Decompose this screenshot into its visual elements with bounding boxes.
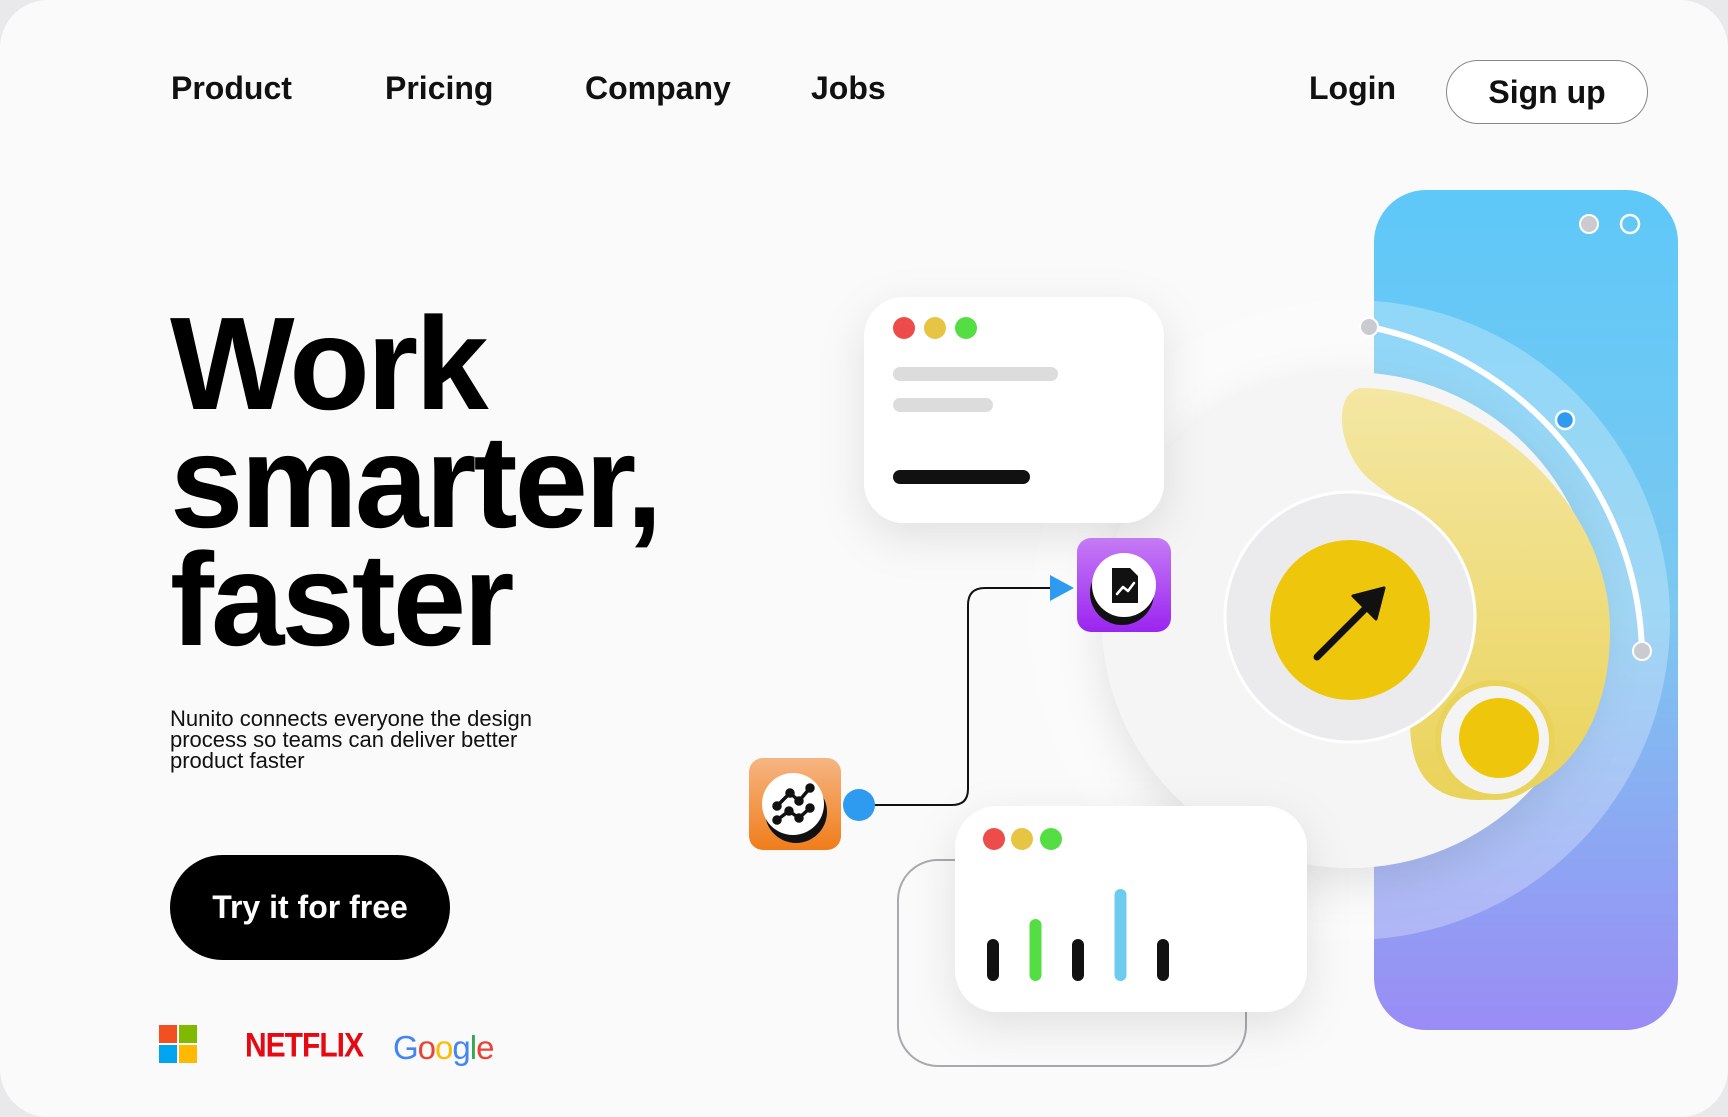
- text-line-bold: [893, 470, 1030, 484]
- arc-dot-mid: [1554, 409, 1576, 431]
- mini-chart-bar: [1072, 939, 1084, 981]
- mini-chart-bar: [1029, 919, 1042, 981]
- chart-window-min-dot: [1011, 828, 1033, 850]
- window-max-dot: [955, 317, 977, 339]
- chart-window-card: [955, 806, 1307, 1012]
- chart-window-max-dot: [1040, 828, 1062, 850]
- window-close-dot: [893, 317, 915, 339]
- mini-chart-bar: [987, 939, 999, 981]
- connector-start-dot: [843, 789, 875, 821]
- window-min-dot: [924, 317, 946, 339]
- text-line-1: [893, 367, 1058, 381]
- knob-inner: [1459, 698, 1539, 778]
- landing-page: Product Pricing Company Jobs Login Sign …: [0, 0, 1728, 1117]
- text-line-2: [893, 398, 993, 412]
- hero-illustration: [749, 190, 1678, 1067]
- chart-window-close-dot: [983, 828, 1005, 850]
- document-chart-icon: [1112, 568, 1138, 603]
- arc-dot-start: [1359, 317, 1379, 337]
- analytics-app-face: [762, 773, 824, 835]
- connector-line: [873, 587, 1050, 806]
- arc-dot-end: [1632, 641, 1652, 661]
- mini-chart-bar: [1157, 939, 1169, 981]
- phone-dot-1: [1579, 214, 1599, 234]
- mini-chart-bar: [1114, 889, 1127, 981]
